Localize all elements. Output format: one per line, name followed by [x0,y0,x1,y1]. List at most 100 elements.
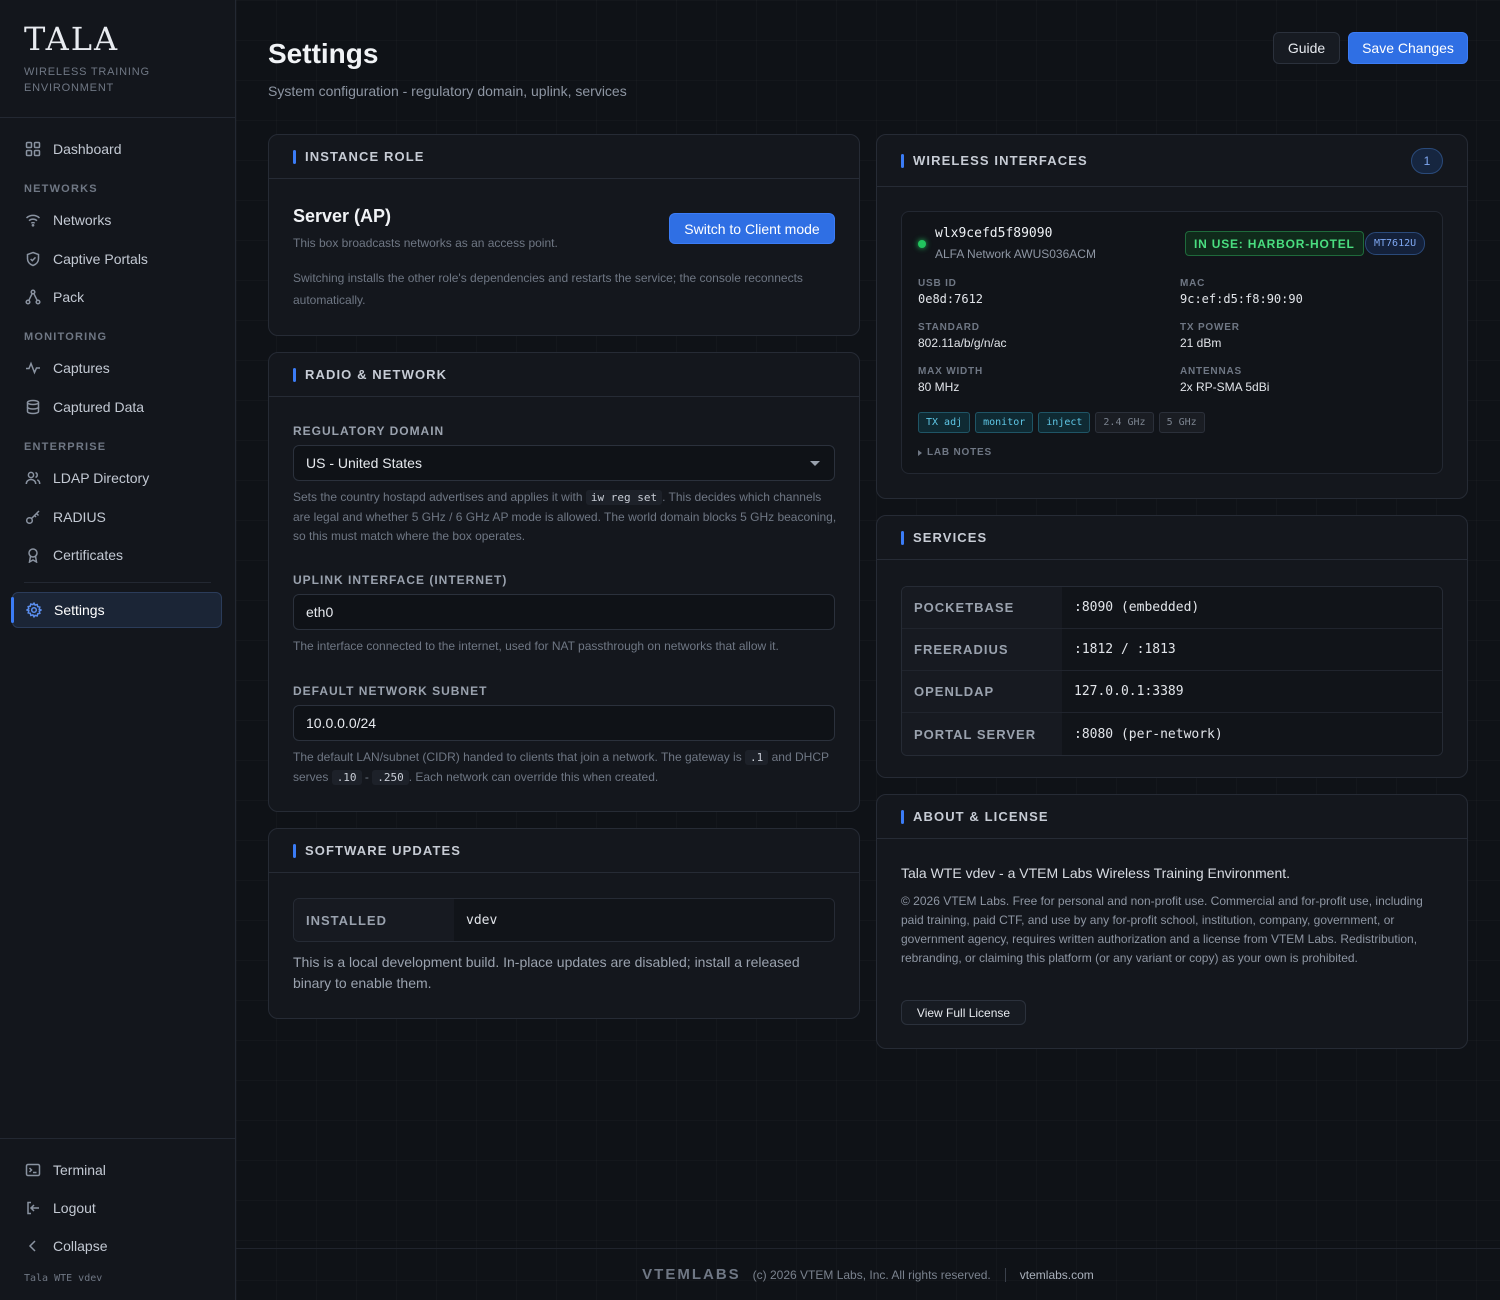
about-license-card: ABOUT & LICENSE Tala WTE vdev - a VTEM L… [876,794,1468,1049]
field-value: 0e8d:7612 [918,292,984,306]
field-label: MAX WIDTH [918,366,983,377]
pulse-icon [24,359,42,377]
sidebar-item-label: Captive Portals [53,251,148,267]
sidebar-item-pack[interactable]: Pack [12,279,222,315]
field-value: 21 dBm [1180,336,1222,350]
sidebar-item-collapse[interactable]: Collapse [12,1228,222,1264]
accent-bar [901,153,904,168]
table-row: FREERADIUS :1812 / :1813 [902,629,1442,671]
sidebar-item-settings[interactable]: Settings [11,592,222,628]
service-name: PORTAL SERVER [902,713,1062,755]
field-antennas: ANTENNAS 2x RP-SMA 5dBi [1180,366,1269,394]
services-table: POCKETBASE :8090 (embedded) FREERADIUS :… [901,586,1443,756]
sidebar-item-label: Terminal [53,1162,106,1178]
role-description: This box broadcasts networks as an acces… [293,236,558,250]
field-usb-id: USB ID 0e8d:7612 [918,278,983,306]
switch-to-client-button[interactable]: Switch to Client mode [669,213,835,244]
card-title: SOFTWARE UPDATES [305,843,462,858]
sidebar-item-label: LDAP Directory [53,470,150,486]
page-title: Settings [268,38,379,69]
sidebar-item-networks[interactable]: Networks [12,202,222,238]
service-value: :8090 (embedded) [1062,587,1442,628]
logout-icon [24,1199,42,1217]
chipset-badge: MT7612U [1365,232,1426,255]
sidebar-item-label: Captured Data [53,399,145,415]
uplink-interface-input[interactable]: eth0 [293,594,835,630]
sidebar: TALA WIRELESS TRAINING ENVIRONMENT Dashb… [0,0,236,1300]
card-header: WIRELESS INTERFACES 1 [877,135,1467,187]
license-text: © 2026 VTEM Labs. Free for personal and … [901,894,1423,965]
card-title: SERVICES [913,530,988,545]
accent-bar [901,530,904,545]
nodes-icon [24,288,42,306]
field-label: ANTENNAS [1180,366,1242,377]
sidebar-item-label: Logout [53,1200,96,1216]
regdomain-value: US - United States [306,455,422,471]
default-subnet-input[interactable]: 10.0.0.0/24 [293,705,835,741]
caret-right-icon [918,449,922,456]
sidebar-item-ldap-directory[interactable]: LDAP Directory [12,460,222,496]
code-snippet: .1 [745,750,769,765]
lab-notes-toggle[interactable]: LAB NOTES [918,447,992,458]
guide-button[interactable]: Guide [1273,32,1340,64]
sidebar-item-captured-data[interactable]: Captured Data [12,389,222,425]
sidebar-item-captive-portals[interactable]: Captive Portals [12,241,222,277]
about-headline: Tala WTE vdev - a VTEM Labs Wireless Tra… [901,865,1291,881]
services-card: SERVICES POCKETBASE :8090 (embedded) FRE… [876,515,1468,778]
uplink-label: UPLINK INTERFACE (INTERNET) [293,573,508,587]
sidebar-item-certificates[interactable]: Certificates [12,537,222,573]
accent-bar [293,149,296,164]
service-value: 127.0.0.1:3389 [1062,671,1442,712]
subnet-help: The default LAN/subnet (CIDR) handed to … [293,748,837,787]
card-header: SERVICES [877,516,1467,560]
service-value: :1812 / :1813 [1062,629,1442,670]
footer-copyright: (c) 2026 VTEM Labs, Inc. All rights rese… [752,1267,991,1282]
code-snippet: .250 [372,769,409,785]
card-title: INSTANCE ROLE [305,149,425,164]
chevron-left-icon [24,1237,42,1255]
card-header: RADIO & NETWORK [269,353,859,397]
terminal-icon [24,1161,42,1179]
help-text: . Each network can override this when cr… [408,769,659,784]
service-value: :8080 (per-network) [1062,713,1442,755]
regdomain-label: REGULATORY DOMAIN [293,424,445,438]
sidebar-item-terminal[interactable]: Terminal [12,1152,222,1188]
table-row: POCKETBASE :8090 (embedded) [902,587,1442,629]
interface-model: ALFA Network AWUS036ACM [935,247,1096,261]
view-license-button[interactable]: View Full License [901,1000,1026,1025]
table-row: INSTALLED vdev [294,899,834,941]
sidebar-item-radius[interactable]: RADIUS [12,499,222,535]
card-title: WIRELESS INTERFACES [913,153,1088,168]
in-use-badge: IN USE: HARBOR-HOTEL [1185,231,1364,256]
field-label: STANDARD [918,322,980,333]
field-label: TX POWER [1180,322,1240,333]
card-header: ABOUT & LICENSE [877,795,1467,839]
brand-logo[interactable]: TALA WIRELESS TRAINING ENVIRONMENT [24,22,154,96]
sidebar-divider [0,1138,235,1139]
help-text: Sets the country hostapd advertises and … [293,490,583,504]
field-value: 802.11a/b/g/n/ac [918,336,1007,350]
sidebar-section-networks: NETWORKS [24,183,98,195]
card-title: RADIO & NETWORK [305,367,448,382]
interface-panel: wlx9cefd5f89090 ALFA Network AWUS036ACM … [901,211,1443,474]
sidebar-section-monitoring: MONITORING [24,331,108,343]
status-dot [918,240,926,248]
role-note: Switching installs the other role's depe… [293,271,803,307]
sidebar-item-captures[interactable]: Captures [12,350,222,386]
page-subtitle: System configuration - regulatory domain… [268,83,627,99]
sidebar-item-logout[interactable]: Logout [12,1190,222,1226]
regdomain-select[interactable]: US - United States [293,445,835,481]
footer-link[interactable]: vtemlabs.com [1020,1268,1094,1282]
sidebar-section-enterprise: ENTERPRISE [24,441,107,453]
uplink-value: eth0 [306,604,334,620]
save-changes-button[interactable]: Save Changes [1348,32,1468,64]
sidebar-item-dashboard[interactable]: Dashboard [12,131,222,167]
field-max-width: MAX WIDTH 80 MHz [918,366,983,394]
lab-notes-label: LAB NOTES [927,447,992,458]
field-label: MAC [1180,278,1206,289]
table-row: PORTAL SERVER :8080 (per-network) [902,713,1442,755]
capability-tags: TX adj monitor inject 2.4 GHz 5 GHz [918,412,1210,433]
field-value: 9c:ef:d5:f8:90:90 [1180,292,1303,306]
uplink-help: The interface connected to the internet,… [293,639,779,653]
interface-count-badge: 1 [1411,148,1443,174]
